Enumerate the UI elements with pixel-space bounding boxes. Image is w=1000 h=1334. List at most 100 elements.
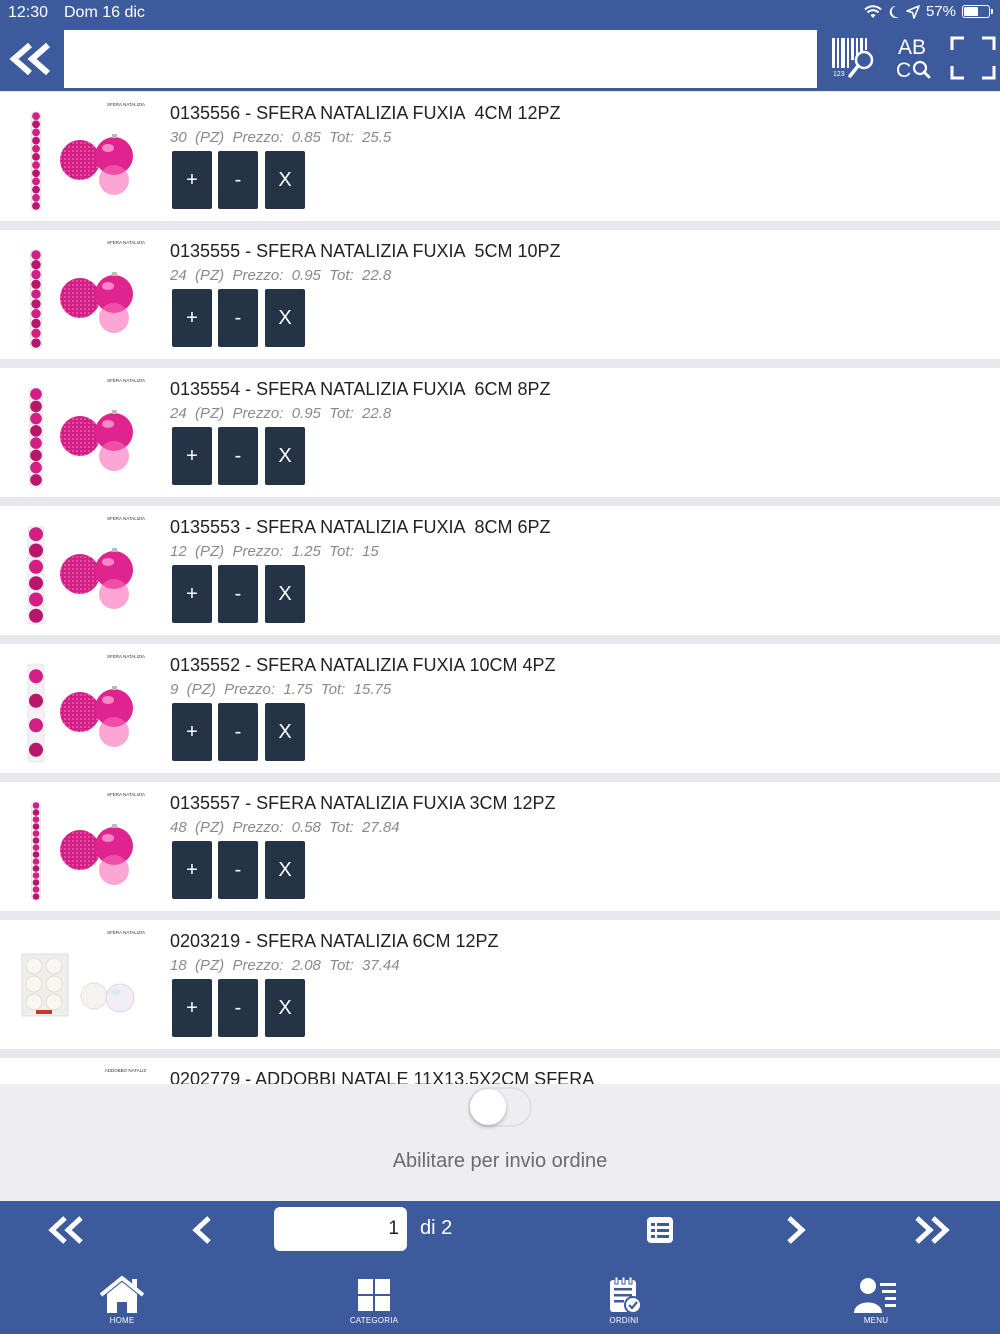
decrease-quantity-button[interactable]: - (218, 841, 258, 899)
increase-quantity-button[interactable]: + (172, 979, 212, 1037)
list-view-button[interactable] (640, 1210, 680, 1250)
back-button[interactable] (0, 30, 62, 88)
product-detail: 30 (PZ) Prezzo: 0.85 Tot: 25.5 (170, 129, 392, 146)
status-time: 12:30 (8, 4, 49, 21)
product-row[interactable]: ADDOBBO NATALIZI 0202779 - ADDOBBI NATALE… (0, 1058, 1000, 1084)
remove-item-button[interactable]: X (265, 979, 305, 1037)
product-detail: 24 (PZ) Prezzo: 0.95 Tot: 22.8 (170, 405, 392, 422)
product-name: 0135554 - SFERA NATALIZIA FUXIA 6CM 8PZ (170, 379, 551, 399)
svg-text:AB: AB (898, 36, 926, 59)
tab-ordini-label: ORDINI (609, 1316, 639, 1325)
product-row[interactable]: SFERA NATALIZIA 0135556 - SFERA NATALIZI… (0, 92, 1000, 221)
remove-item-button[interactable]: X (265, 151, 305, 209)
battery-icon (962, 5, 993, 18)
decrease-quantity-button[interactable]: - (218, 979, 258, 1037)
double-chevron-left-icon (48, 1216, 83, 1244)
remove-item-button[interactable]: X (265, 427, 305, 485)
product-detail: 24 (PZ) Prezzo: 0.95 Tot: 22.8 (170, 267, 392, 284)
search-input[interactable] (64, 30, 817, 88)
barcode-search-button[interactable]: 123 (828, 34, 880, 82)
increase-quantity-button[interactable]: + (172, 427, 212, 485)
product-thumbnail-image: SFERA NATALIZIA (21, 930, 145, 1017)
product-thumbnail[interactable]: SFERA NATALIZIA (16, 788, 146, 906)
product-thumbnail[interactable]: ADDOBBO NATALIZI (16, 1064, 148, 1084)
tab-menu[interactable]: MENU (826, 1275, 926, 1333)
decrease-quantity-button[interactable]: - (218, 151, 258, 209)
increase-quantity-button[interactable]: + (172, 841, 212, 899)
product-thumbnail[interactable]: SFERA NATALIZIA (16, 512, 146, 630)
decrease-quantity-button[interactable]: - (218, 703, 258, 761)
order-toggle-switch[interactable] (468, 1087, 532, 1127)
remove-item-button[interactable]: X (265, 841, 305, 899)
product-thumbnail[interactable]: SFERA NATALIZIA (16, 926, 146, 1044)
product-detail: 9 (PZ) Prezzo: 1.75 Tot: 15.75 (170, 681, 392, 698)
svg-text:C: C (896, 59, 911, 82)
category-grid-icon (358, 1279, 390, 1311)
user-menu-icon (854, 1278, 896, 1313)
double-chevron-left-icon (9, 42, 50, 76)
svg-text:SFERA NATALIZIA: SFERA NATALIZIA (107, 516, 145, 521)
svg-text:ADDOBBO NATALIZI: ADDOBBO NATALIZI (105, 1068, 146, 1073)
battery-percent: 57% (925, 3, 956, 20)
page-number-input[interactable] (274, 1207, 407, 1251)
svg-text:123: 123 (833, 71, 845, 78)
list-view-icon (647, 1217, 673, 1243)
product-row[interactable]: SFERA NATALIZIA 0135555 - SFERA NATALIZI… (0, 230, 1000, 359)
chevron-left-icon (192, 1216, 211, 1244)
scan-button[interactable] (950, 36, 996, 80)
scan-frame-icon (950, 36, 996, 80)
svg-text:SFERA NATALIZIA: SFERA NATALIZIA (107, 654, 145, 659)
product-thumbnail-image: SFERA NATALIZIA (30, 102, 145, 211)
order-toggle-panel: Abilitare per invio ordine (0, 1084, 1000, 1201)
page-total-label: di 2 (420, 1217, 453, 1239)
increase-quantity-button[interactable]: + (172, 565, 212, 623)
decrease-quantity-button[interactable]: - (218, 565, 258, 623)
product-row[interactable]: SFERA NATALIZIA 0203219 - SFERA NATALIZI… (0, 920, 1000, 1049)
increase-quantity-button[interactable]: + (172, 703, 212, 761)
last-page-button[interactable] (912, 1210, 952, 1250)
product-row[interactable]: SFERA NATALIZIA 0135557 - SFERA NATALIZI… (0, 782, 1000, 911)
product-row[interactable]: SFERA NATALIZIA 0135553 - SFERA NATALIZI… (0, 506, 1000, 635)
product-thumbnail-image: ADDOBBO NATALIZI (105, 1068, 148, 1073)
product-detail: 18 (PZ) Prezzo: 2.08 Tot: 37.44 (170, 957, 400, 974)
product-detail: 12 (PZ) Prezzo: 1.25 Tot: 15 (170, 543, 379, 560)
tab-categoria-label: CATEGORIA (349, 1316, 399, 1325)
next-page-button[interactable] (776, 1210, 816, 1250)
orders-clipboard-icon (610, 1276, 642, 1314)
product-name: 0135553 - SFERA NATALIZIA FUXIA 8CM 6PZ (170, 517, 551, 537)
product-list[interactable]: SFERA NATALIZIA 0135556 - SFERA NATALIZI… (0, 91, 1000, 1084)
decrease-quantity-button[interactable]: - (218, 427, 258, 485)
tab-bar: HOME CATEGORIA ORDINI MENU (0, 1259, 1000, 1334)
tab-home[interactable]: HOME (72, 1275, 172, 1333)
product-thumbnail[interactable]: SFERA NATALIZIA (16, 650, 146, 768)
status-date: Dom 16 dic (64, 4, 145, 21)
tab-categoria[interactable]: CATEGORIA (324, 1275, 424, 1333)
home-icon (99, 1276, 145, 1313)
first-page-button[interactable] (46, 1210, 86, 1250)
product-row[interactable]: SFERA NATALIZIA 0135554 - SFERA NATALIZI… (0, 368, 1000, 497)
chevron-right-icon (787, 1216, 806, 1244)
text-search-button[interactable]: AB C (892, 34, 940, 82)
product-row[interactable]: SFERA NATALIZIA 0135552 - SFERA NATALIZI… (0, 644, 1000, 773)
increase-quantity-button[interactable]: + (172, 289, 212, 347)
tab-ordini[interactable]: ORDINI (574, 1275, 674, 1333)
decrease-quantity-button[interactable]: - (218, 289, 258, 347)
increase-quantity-button[interactable]: + (172, 151, 212, 209)
tab-home-label: HOME (109, 1316, 135, 1325)
previous-page-button[interactable] (182, 1210, 222, 1250)
status-indicators: 57% (864, 3, 993, 20)
product-thumbnail-image: SFERA NATALIZIA (27, 654, 145, 763)
product-thumbnail-image: SFERA NATALIZIA (31, 792, 145, 901)
product-thumbnail[interactable]: SFERA NATALIZIA (16, 98, 146, 216)
product-thumbnail[interactable]: SFERA NATALIZIA (16, 374, 146, 492)
product-thumbnail[interactable]: SFERA NATALIZIA (16, 236, 146, 354)
remove-item-button[interactable]: X (265, 565, 305, 623)
wifi-icon (864, 4, 882, 18)
product-name: 0135556 - SFERA NATALIZIA FUXIA 4CM 12PZ (170, 103, 561, 123)
pagination-bar: di 2 (0, 1201, 1000, 1259)
remove-item-button[interactable]: X (265, 703, 305, 761)
svg-text:SFERA NATALIZIA: SFERA NATALIZIA (107, 102, 145, 107)
product-thumbnail-image: SFERA NATALIZIA (30, 240, 145, 349)
location-arrow-icon (906, 4, 920, 19)
remove-item-button[interactable]: X (265, 289, 305, 347)
